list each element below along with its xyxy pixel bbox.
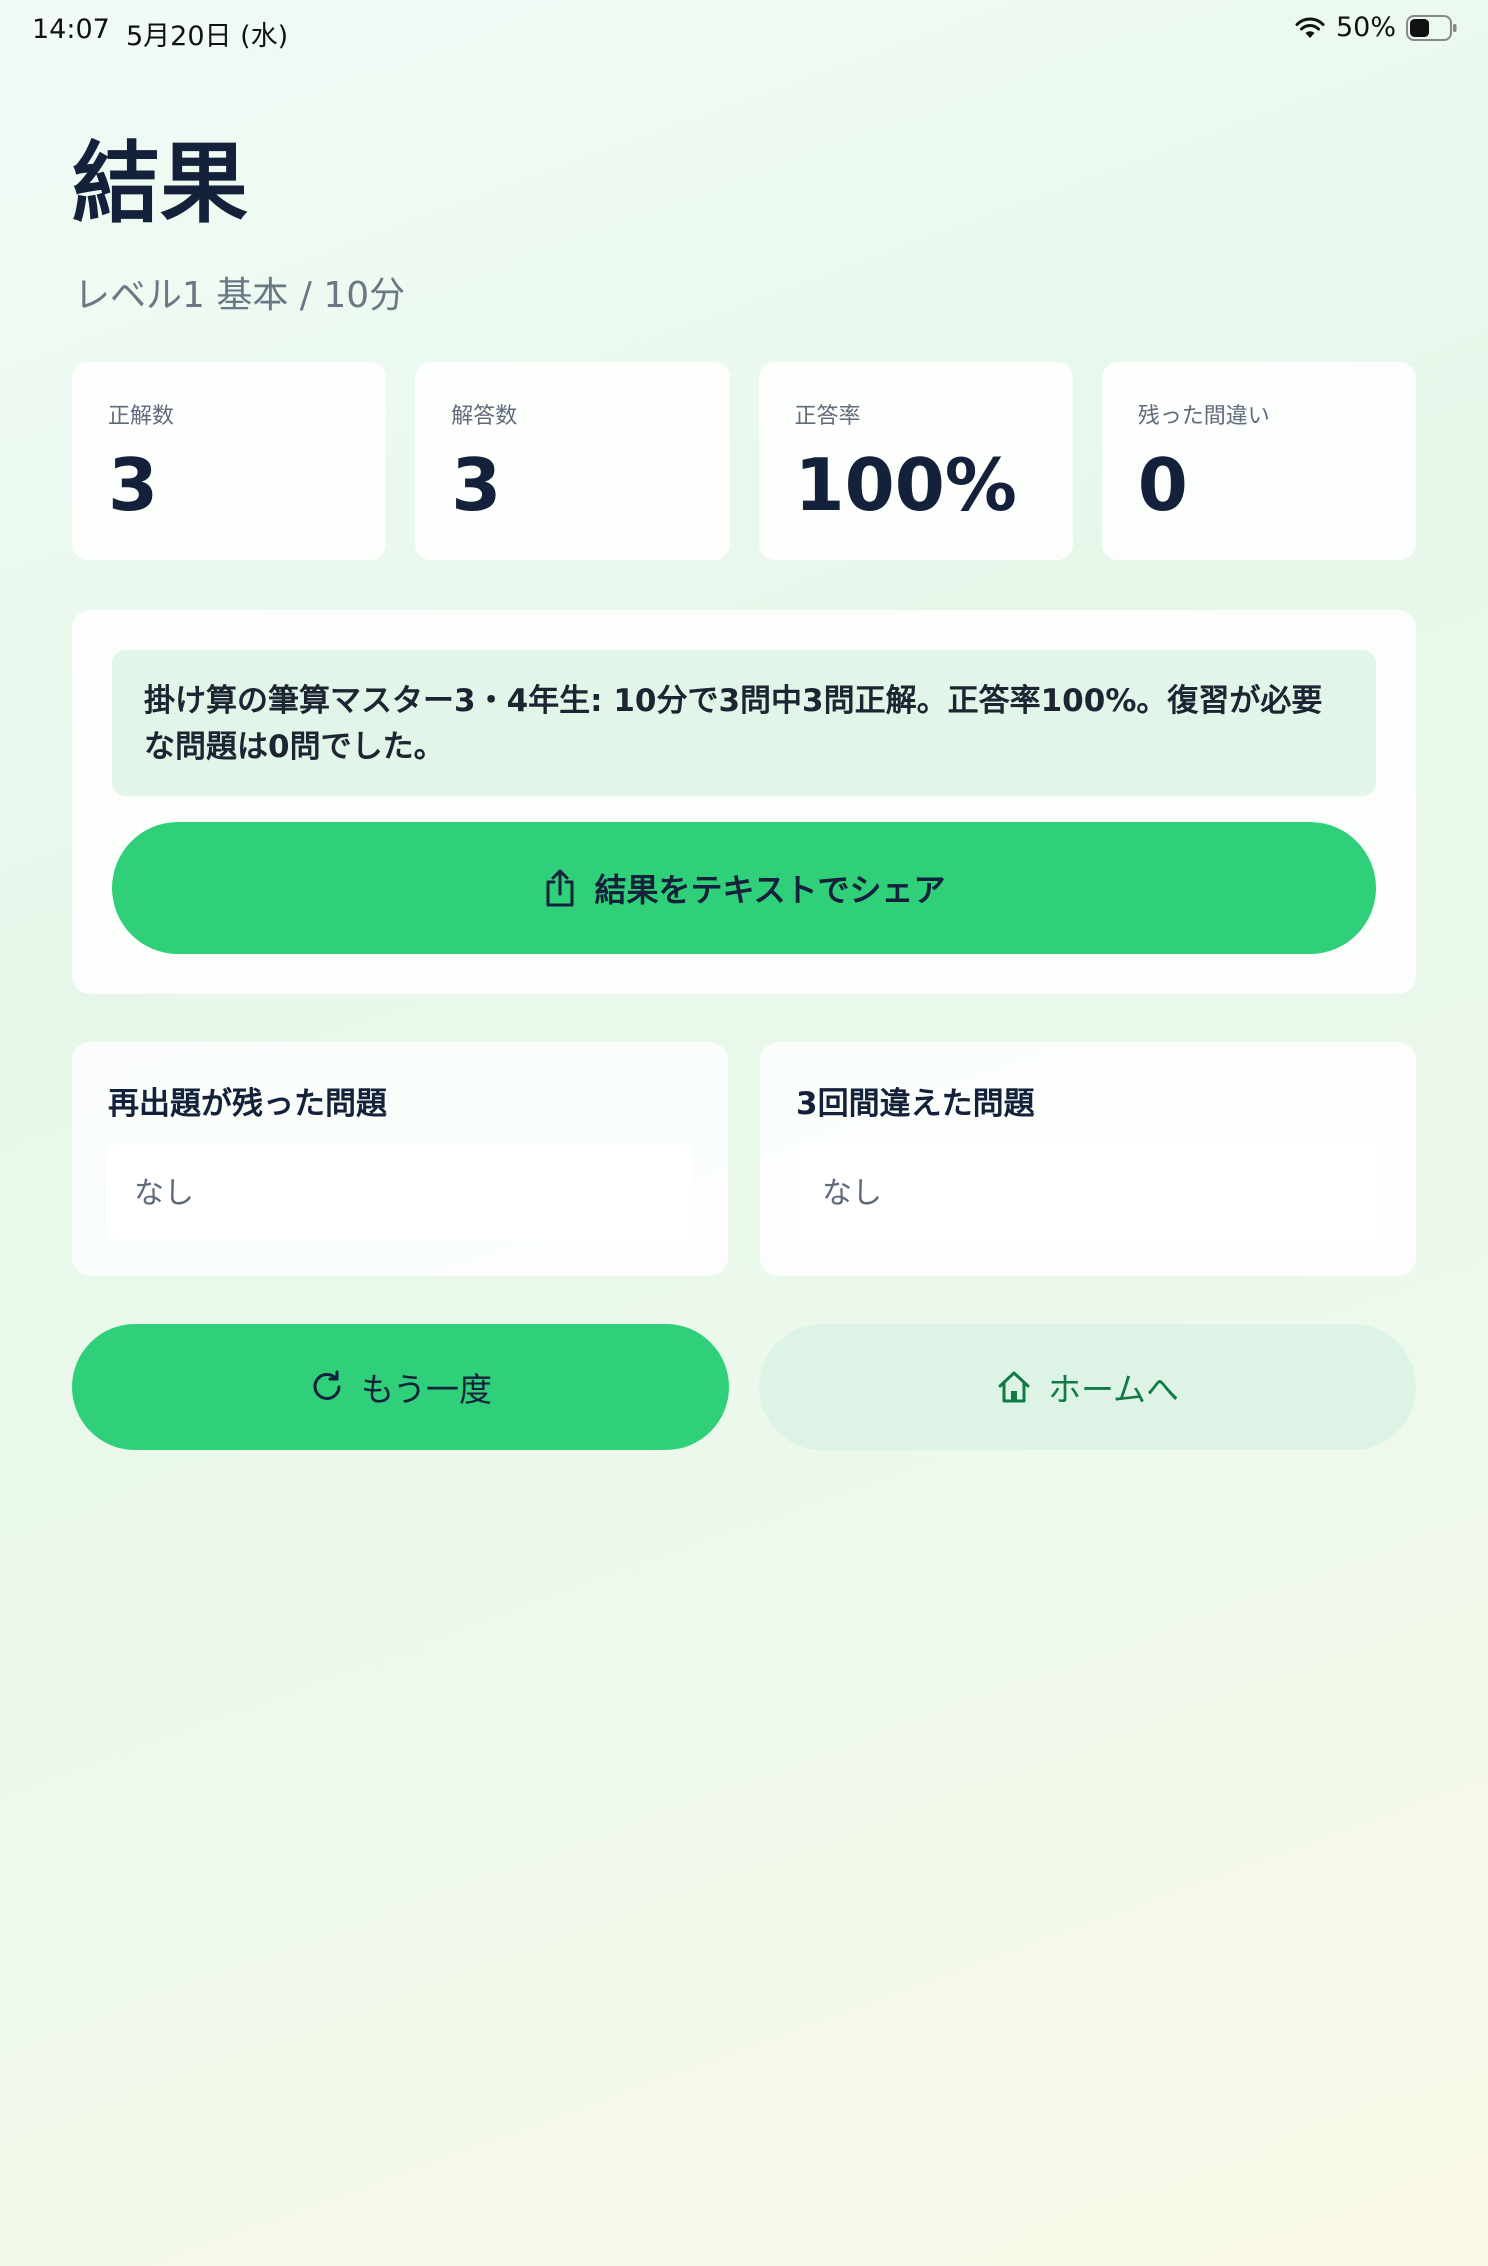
summary-card: 掛け算の筆算マスター3・4年生: 10分で3問中3問正解。正答率100%。復習が… <box>72 610 1416 994</box>
share-icon <box>546 869 574 907</box>
problem-lists: 再出題が残った問題 なし 3回間違えた問題 なし <box>72 1042 1416 1276</box>
status-date: 5月20日 (水) <box>126 21 289 52</box>
battery-icon <box>1406 14 1457 41</box>
status-indicators: 50% <box>1294 12 1458 43</box>
summary-text: 掛け算の筆算マスター3・4年生: 10分で3問中3問正解。正答率100%。復習が… <box>112 650 1376 796</box>
status-time: 14:07 <box>32 14 110 45</box>
status-bar: 14:07 5月20日 (水) 50% <box>0 0 1488 64</box>
three-wrong-problems-title: 3回間違えた問題 <box>796 1086 1035 1122</box>
home-button[interactable]: ホームへ <box>759 1324 1416 1450</box>
page-title: 結果 <box>72 132 249 235</box>
wifi-icon <box>1295 17 1325 38</box>
three-wrong-problems-card: 3回間違えた問題 なし <box>760 1042 1416 1276</box>
battery-percent: 50% <box>1335 12 1396 43</box>
stat-label: 正答率 <box>794 404 861 429</box>
stat-label: 残った間違い <box>1137 404 1270 429</box>
stat-card-correct: 正解数 3 <box>72 362 387 560</box>
remaining-problems-title: 再出題が残った問題 <box>108 1086 387 1122</box>
stat-label: 正解数 <box>108 404 175 429</box>
action-buttons: もう一度 ホームへ <box>72 1324 1416 1450</box>
stat-card-remaining-mistakes: 残った間違い 0 <box>1101 362 1416 560</box>
stat-value: 0 <box>1137 443 1188 527</box>
stats-row: 正解数 3 解答数 3 正答率 100% 残った間違い 0 <box>72 362 1416 560</box>
page-subtitle: レベル1 基本 / 10分 <box>74 275 406 316</box>
retry-button-label: もう一度 <box>360 1370 492 1409</box>
stat-card-accuracy: 正答率 100% <box>758 362 1073 560</box>
remaining-problems-empty: なし <box>106 1144 694 1240</box>
share-button-label: 結果をテキストでシェア <box>594 871 946 909</box>
remaining-problems-card: 再出題が残った問題 なし <box>72 1042 728 1276</box>
stat-value: 3 <box>108 443 159 527</box>
retry-button[interactable]: もう一度 <box>72 1324 729 1450</box>
stat-label: 解答数 <box>451 404 518 429</box>
home-icon <box>998 1371 1030 1403</box>
stat-value: 100% <box>794 443 1017 527</box>
stat-value: 3 <box>451 443 502 527</box>
home-button-label: ホームへ <box>1047 1370 1179 1409</box>
three-wrong-problems-empty: なし <box>794 1144 1382 1240</box>
share-result-button[interactable]: 結果をテキストでシェア <box>112 822 1376 954</box>
stat-card-answered: 解答数 3 <box>415 362 730 560</box>
refresh-icon <box>313 1370 341 1400</box>
